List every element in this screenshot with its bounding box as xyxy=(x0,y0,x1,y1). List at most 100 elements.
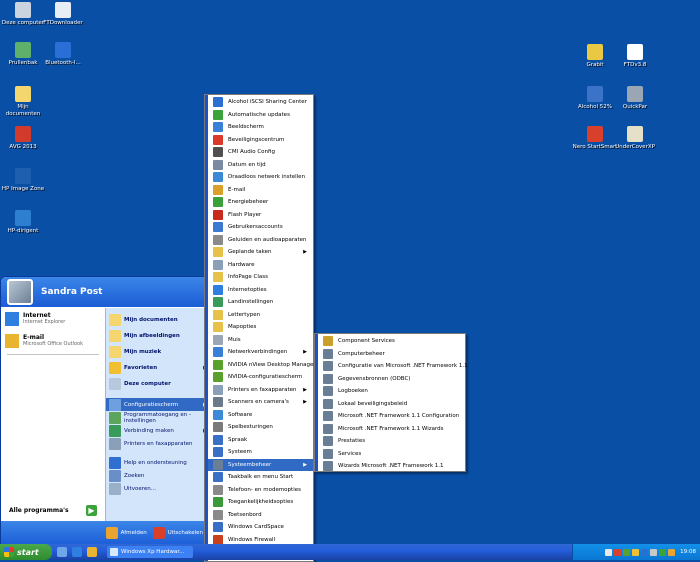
desktop-icon[interactable]: Mijn documenten xyxy=(0,86,46,118)
control-panel-menu-item[interactable]: Windows CardSpace xyxy=(208,521,313,534)
applet-icon xyxy=(213,297,223,308)
admin-tools-menu-item[interactable]: Microsoft .NET Framework 1.1 Configurati… xyxy=(318,410,465,423)
start-right-item[interactable]: Mijn documenten xyxy=(106,312,209,328)
control-panel-menu-item[interactable]: Automatische updates xyxy=(208,109,313,122)
control-panel-menu-item[interactable]: Telefoon- en modemopties xyxy=(208,484,313,497)
control-panel-menu-item[interactable]: Scanners en camera's ▶ xyxy=(208,396,313,409)
control-panel-menu-item[interactable]: Hardware xyxy=(208,259,313,272)
control-panel-menu-item[interactable]: Beeldscherm xyxy=(208,121,313,134)
submenu-arrow-icon: ▶ xyxy=(303,386,307,393)
control-panel-menu-item[interactable]: Internetopties xyxy=(208,284,313,297)
tray-misc-icon[interactable] xyxy=(668,548,676,556)
control-panel-menu-item[interactable]: Geluiden en audioapparaten xyxy=(208,234,313,247)
menu-item-label: Microsoft .NET Framework 1.1 Wizards xyxy=(338,425,444,432)
tray-nvidia-icon[interactable] xyxy=(623,548,631,556)
control-panel-menu-item[interactable]: Spelbesturingen xyxy=(208,421,313,434)
start-right-item[interactable]: Favorieten▶ xyxy=(106,360,209,376)
control-panel-menu-item[interactable]: NVIDIA nView Desktop Manager xyxy=(208,359,316,372)
control-panel-menu-item[interactable]: E-mail xyxy=(208,184,313,197)
desktop-icon-label: FTDv3.8 xyxy=(623,62,647,68)
start-right-item[interactable]: Programmatoegang en -instellingen xyxy=(106,411,209,424)
control-panel-menu-item[interactable]: Muis xyxy=(208,334,313,347)
quicklaunch-outlook-icon[interactable] xyxy=(87,547,97,557)
admin-tools-menu-item[interactable]: Lokaal beveiligingsbeleid xyxy=(318,398,465,411)
start-button[interactable]: start xyxy=(0,544,52,560)
control-panel-menu-item[interactable]: Mapopties xyxy=(208,321,313,334)
control-panel-menu-item[interactable]: Taakbalk en menu Start xyxy=(208,471,313,484)
quicklaunch-desktop-icon[interactable] xyxy=(57,547,67,557)
admin-tools-menu-item[interactable]: Component Services xyxy=(318,335,465,348)
start-right-item[interactable]: Printers en faxapparaten xyxy=(106,437,209,450)
control-panel-menu-item[interactable]: CMI Audio Config xyxy=(208,146,313,159)
desktop-icon[interactable]: FTDv3.8 xyxy=(612,44,658,69)
control-panel-menu-item[interactable]: Gebruikersaccounts xyxy=(208,221,313,234)
applet-icon xyxy=(213,197,223,208)
control-panel-menu-item[interactable]: NVIDIA-configuratiescherm xyxy=(208,371,313,384)
control-panel-menu-item[interactable]: Flash Player xyxy=(208,209,313,222)
start-right-item[interactable]: Help en ondersteuning xyxy=(106,456,209,469)
desktop-icon[interactable]: QuickPar xyxy=(612,86,658,111)
admin-tools-menu-item[interactable]: Services xyxy=(318,448,465,461)
menu-item-label: Lettertypen xyxy=(228,311,261,318)
start-right-item[interactable]: Mijn afbeeldingen xyxy=(106,328,209,344)
control-panel-menu-item[interactable]: Alcohol iSCSI Sharing Center xyxy=(208,96,313,109)
control-panel-menu-item[interactable]: Landinstellingen xyxy=(208,296,313,309)
taskbar-window-button[interactable]: Windows Xp Hardwar... xyxy=(107,546,193,558)
start-right-item[interactable]: Deze computer xyxy=(106,376,209,392)
control-panel-menu-item[interactable]: Systeembeheer ▶ xyxy=(208,458,313,471)
applet-icon xyxy=(213,184,223,195)
control-panel-menu-item[interactable]: Systeem xyxy=(208,446,313,459)
control-panel-menu-item[interactable]: Spraak xyxy=(208,434,313,447)
admin-tools-menu-item[interactable]: Logboeken xyxy=(318,385,465,398)
admin-tools-menu-item[interactable]: Prestaties xyxy=(318,435,465,448)
control-panel-menu-item[interactable]: Draadloos netwerk instellen xyxy=(208,171,313,184)
submenu-arrow-icon: ▶ xyxy=(303,349,307,356)
control-panel-menu-item[interactable]: InfoPage Class xyxy=(208,271,313,284)
start-right-item-label: Programmatoegang en -instellingen xyxy=(124,411,192,424)
control-panel-menu-item[interactable]: Energiebeheer xyxy=(208,196,313,209)
menu-item-label: Toetsenbord xyxy=(228,511,262,518)
tray-update-icon[interactable] xyxy=(632,548,640,556)
logoff-button[interactable]: Afmelden xyxy=(105,527,147,539)
desktop-icon[interactable]: Bluetooth-I... xyxy=(40,42,86,67)
desktop-icon[interactable]: HP-dirigent xyxy=(0,210,46,235)
admin-tools-menu-item[interactable]: Gegevensbronnen (ODBC) xyxy=(318,373,465,386)
tray-bluetooth-icon[interactable] xyxy=(641,548,649,556)
arrow-right-icon: ▶ xyxy=(86,504,97,516)
desktop-icon[interactable]: UnderCoverXP xyxy=(612,126,658,151)
control-panel-menu-item[interactable]: Lettertypen xyxy=(208,309,313,322)
start-right-item[interactable]: Uitvoeren... xyxy=(106,482,209,495)
start-right-item[interactable]: Zoeken xyxy=(106,469,209,482)
control-panel-menu-item[interactable]: Geplande taken ▶ xyxy=(208,246,313,259)
admin-tools-menu-item[interactable]: Configuratie van Microsoft .NET Framewor… xyxy=(318,360,468,373)
tray-volume-icon[interactable] xyxy=(650,548,658,556)
desktop-shortcut-icon xyxy=(627,86,643,102)
shutdown-button[interactable]: Uitschakelen xyxy=(152,527,203,539)
user-avatar[interactable] xyxy=(7,279,33,305)
control-panel-menu-item[interactable]: Toegankelijkheidsopties xyxy=(208,496,313,509)
start-right-item[interactable]: Mijn muziek xyxy=(106,344,209,360)
desktop-icon[interactable]: AVG 2013 xyxy=(0,126,46,151)
control-panel-menu-item[interactable]: Beveiligingscentrum xyxy=(208,134,313,147)
tray-network-icon[interactable] xyxy=(605,548,613,556)
desktop-icon[interactable]: HP Image Zone xyxy=(0,168,46,193)
pinned-item[interactable]: Internet Internet Explorer xyxy=(1,308,105,330)
pinned-item[interactable]: E-mail Microsoft Office Outlook xyxy=(1,330,105,352)
tray-avg-icon[interactable] xyxy=(659,548,667,556)
admin-tools-menu-item[interactable]: Microsoft .NET Framework 1.1 Wizards xyxy=(318,423,465,436)
control-panel-menu-item[interactable]: Netwerkverbindingen ▶ xyxy=(208,346,313,359)
start-right-item-label: Mijn documenten xyxy=(124,317,178,323)
desktop-icon[interactable]: FTDownloader xyxy=(40,2,86,27)
admin-tools-menu-item[interactable]: Computerbeheer xyxy=(318,348,465,361)
start-right-item[interactable]: Configuratiescherm▶ xyxy=(106,398,209,411)
tray-security-icon[interactable] xyxy=(614,548,622,556)
all-programs-button[interactable]: Alle programma's ▶ xyxy=(1,499,105,521)
control-panel-menu-item[interactable]: Printers en faxapparaten ▶ xyxy=(208,384,313,397)
control-panel-menu-item[interactable]: Datum en tijd xyxy=(208,159,313,172)
start-right-item[interactable]: Verbinding maken▶ xyxy=(106,424,209,437)
control-panel-menu-item[interactable]: Toetsenbord xyxy=(208,509,313,522)
admin-tools-menu-item[interactable]: Wizards Microsoft .NET Framework 1.1 xyxy=(318,460,465,473)
logoff-label: Afmelden xyxy=(120,530,147,536)
quicklaunch-ie-icon[interactable] xyxy=(72,547,82,557)
control-panel-menu-item[interactable]: Software xyxy=(208,409,313,422)
